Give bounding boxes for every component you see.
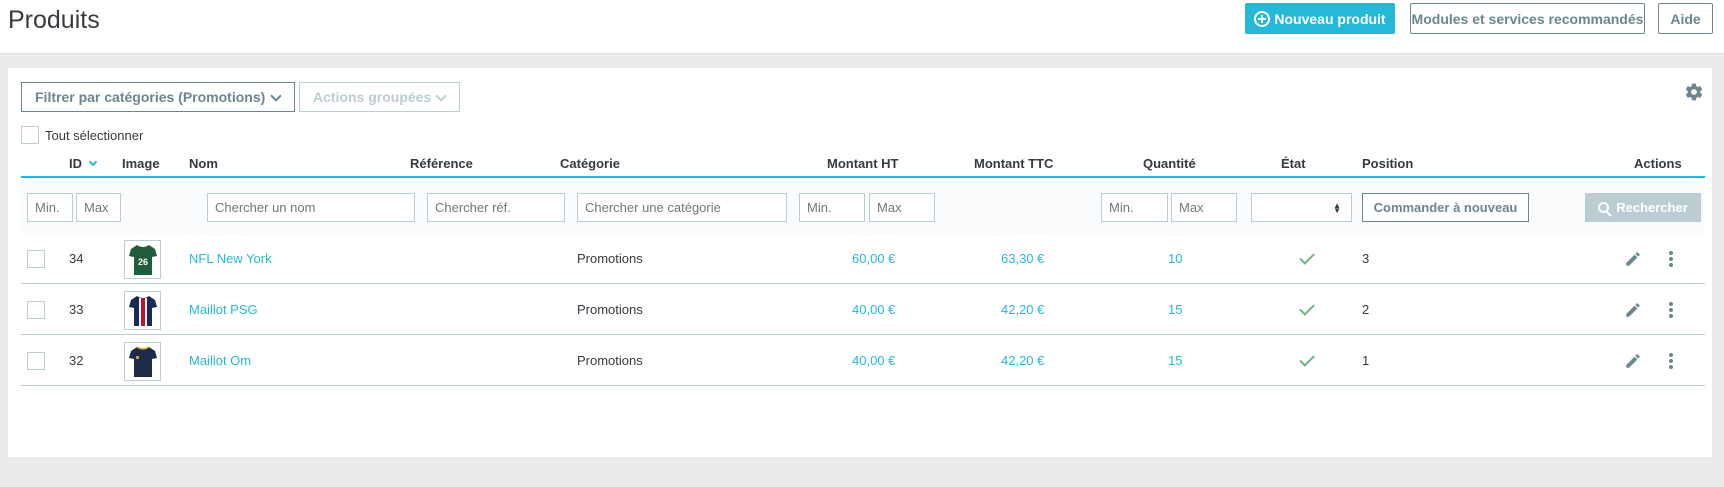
edit-pencil-icon[interactable]: [1624, 301, 1642, 319]
table-row[interactable]: 34 26 NFL New York Promotions 60,00 € 63…: [21, 234, 1705, 284]
product-thumbnail: [124, 342, 161, 381]
row-price-ht[interactable]: 40,00 €: [852, 353, 895, 368]
row-quantity[interactable]: 15: [1168, 302, 1182, 317]
row-checkbox[interactable]: [27, 352, 45, 370]
column-name[interactable]: Nom: [189, 156, 218, 171]
quantity-max-input[interactable]: [1171, 193, 1237, 222]
help-button[interactable]: Aide: [1658, 3, 1713, 34]
search-icon: [1598, 202, 1610, 213]
row-id: 32: [69, 353, 84, 368]
more-options-icon[interactable]: [1668, 251, 1674, 267]
bulk-actions-dropdown[interactable]: Actions groupées: [299, 82, 460, 112]
column-price-ht[interactable]: Montant HT: [827, 156, 898, 171]
filter-row: ▲▼ Commander à nouveau Rechercher: [21, 180, 1705, 234]
active-check-icon[interactable]: [1299, 300, 1315, 316]
bulk-actions-label: Actions groupées: [313, 89, 432, 105]
product-name-link[interactable]: Maillot Om: [189, 353, 251, 368]
category-search-input[interactable]: [577, 193, 787, 222]
chevron-down-icon: [435, 90, 447, 102]
select-all-label: Tout sélectionner: [45, 127, 144, 143]
row-category: Promotions: [577, 302, 643, 317]
row-quantity[interactable]: 15: [1168, 353, 1182, 368]
products-card: Filtrer par catégories (Promotions) Acti…: [8, 68, 1712, 457]
column-id[interactable]: ID: [69, 156, 98, 171]
row-price-ht[interactable]: 40,00 €: [852, 302, 895, 317]
edit-pencil-icon[interactable]: [1624, 250, 1642, 268]
product-thumbnail: [124, 291, 161, 330]
column-status[interactable]: État: [1281, 156, 1306, 171]
edit-pencil-icon[interactable]: [1624, 352, 1642, 370]
row-category: Promotions: [577, 353, 643, 368]
select-all[interactable]: Tout sélectionner: [21, 126, 143, 144]
row-quantity[interactable]: 10: [1168, 251, 1182, 266]
new-product-label: Nouveau produit: [1274, 10, 1386, 27]
jersey-image: 26: [128, 244, 157, 275]
select-all-checkbox[interactable]: [21, 126, 39, 144]
row-price-ttc[interactable]: 42,20 €: [1001, 353, 1044, 368]
column-price-ttc[interactable]: Montant TTC: [974, 156, 1053, 171]
status-filter-select[interactable]: ▲ ▼: [1251, 193, 1352, 222]
column-id-label: ID: [69, 156, 82, 171]
category-filter-dropdown[interactable]: Filtrer par catégories (Promotions): [21, 82, 295, 112]
row-price-ttc[interactable]: 42,20 €: [1001, 302, 1044, 317]
more-options-icon[interactable]: [1668, 353, 1674, 369]
column-position[interactable]: Position: [1362, 156, 1413, 171]
reference-search-input[interactable]: [427, 193, 565, 222]
id-min-input[interactable]: [27, 193, 73, 222]
row-checkbox[interactable]: [27, 250, 45, 268]
row-id: 34: [69, 251, 84, 266]
product-name-link[interactable]: Maillot PSG: [189, 302, 258, 317]
product-name-link[interactable]: NFL New York: [189, 251, 272, 266]
jersey-image: [128, 345, 157, 377]
id-max-input[interactable]: [76, 193, 121, 222]
row-price-ht[interactable]: 60,00 €: [852, 251, 895, 266]
column-category[interactable]: Catégorie: [560, 156, 620, 171]
svg-text:26: 26: [137, 257, 147, 267]
column-image: Image: [122, 156, 160, 171]
row-position: 3: [1362, 251, 1370, 266]
active-check-icon[interactable]: [1299, 351, 1315, 367]
page-header: Produits Nouveau produit Modules et serv…: [0, 0, 1724, 54]
table-row[interactable]: 33 Maillot PSG Promotions 40,00 € 42,20 …: [21, 285, 1705, 335]
price-ht-min-input[interactable]: [799, 193, 865, 222]
chevron-down-icon: [270, 90, 282, 102]
jersey-image: [128, 295, 157, 326]
gear-icon[interactable]: [1684, 82, 1704, 102]
page-title: Produits: [8, 6, 100, 34]
quantity-min-input[interactable]: [1101, 193, 1168, 222]
active-check-icon[interactable]: [1299, 249, 1315, 265]
row-price-ttc[interactable]: 63,30 €: [1001, 251, 1044, 266]
add-circle-icon: [1254, 10, 1271, 27]
row-category: Promotions: [577, 251, 643, 266]
row-id: 33: [69, 302, 84, 317]
table-header: ID Image Nom Référence Catégorie Montant…: [21, 148, 1705, 178]
product-thumbnail: 26: [124, 240, 161, 279]
search-button-label: Rechercher: [1616, 200, 1688, 215]
row-checkbox[interactable]: [27, 301, 45, 319]
category-filter-label: Filtrer par catégories (Promotions): [35, 89, 266, 105]
new-product-button[interactable]: Nouveau produit: [1245, 3, 1395, 34]
price-ht-max-input[interactable]: [869, 193, 935, 222]
search-button[interactable]: Rechercher: [1585, 193, 1701, 222]
row-position: 1: [1362, 353, 1370, 368]
row-position: 2: [1362, 302, 1370, 317]
reorder-button[interactable]: Commander à nouveau: [1362, 193, 1529, 222]
column-quantity[interactable]: Quantité: [1143, 156, 1196, 171]
sort-desc-icon[interactable]: [88, 157, 98, 167]
column-actions: Actions: [1634, 156, 1682, 171]
updown-arrows-icon: ▲ ▼: [1333, 201, 1341, 215]
recommended-modules-button[interactable]: Modules et services recommandés: [1410, 3, 1645, 34]
column-reference[interactable]: Référence: [410, 156, 473, 171]
table-row[interactable]: 32 Maillot Om Promotions 40,00 € 42,20 €…: [21, 336, 1705, 386]
name-search-input[interactable]: [207, 193, 415, 222]
more-options-icon[interactable]: [1668, 302, 1674, 318]
